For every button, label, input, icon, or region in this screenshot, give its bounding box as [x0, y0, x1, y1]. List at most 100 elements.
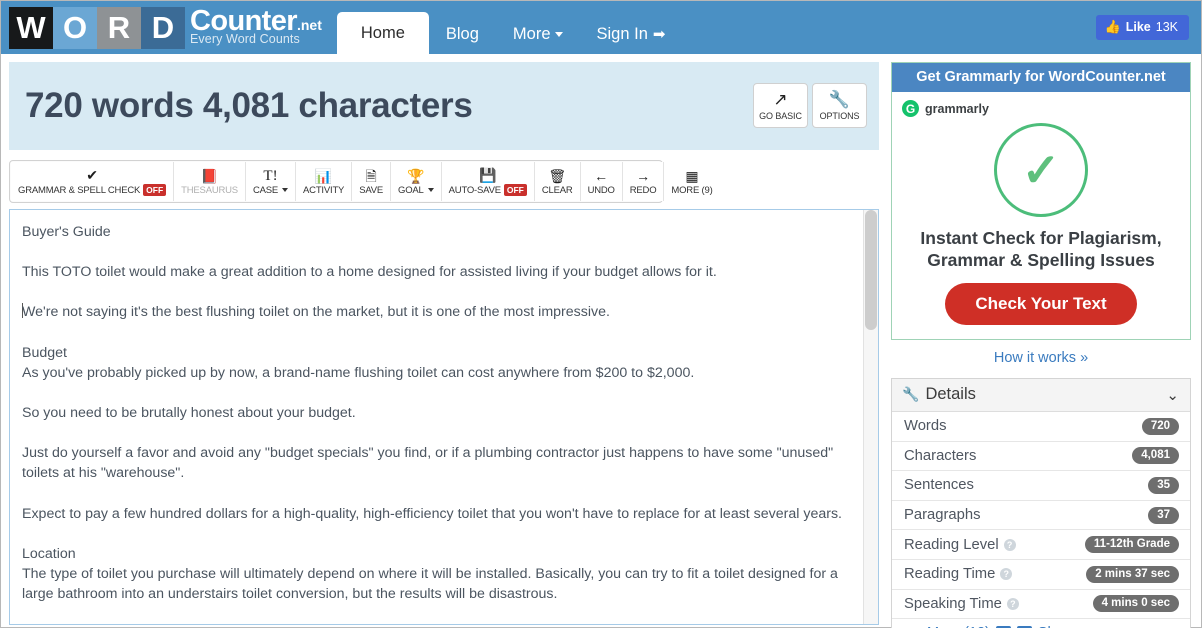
- toolbar-save-label: SAVE: [359, 185, 383, 196]
- editor-scrollbar-thumb[interactable]: [865, 210, 877, 330]
- details-value: 4 mins 0 sec: [1093, 595, 1179, 612]
- help-icon[interactable]: ?: [1004, 539, 1016, 551]
- details-value: 11-12th Grade: [1085, 536, 1179, 553]
- details-row-characters: Characters 4,081: [892, 442, 1190, 472]
- toolbar-grammar-spell-check-label: GRAMMAR & SPELL CHECK: [18, 185, 140, 196]
- toolbar-redo[interactable]: → REDO: [623, 162, 665, 201]
- editor-paragraph: Expect to pay a few hundred dollars for …: [22, 504, 856, 524]
- details-label: Words: [904, 418, 946, 434]
- go-basic-button[interactable]: ↗ GO BASIC: [753, 83, 808, 128]
- options-label: OPTIONS: [820, 111, 860, 121]
- details-row-paragraphs: Paragraphs 37: [892, 501, 1190, 531]
- nav-item-blog[interactable]: Blog: [429, 15, 496, 54]
- toolbar-more[interactable]: ▦ MORE (9): [664, 162, 719, 201]
- grammar-off-badge: OFF: [143, 184, 166, 196]
- word-count-header: 720 words 4,081 characters ↗ GO BASIC 🔧 …: [9, 62, 879, 150]
- details-panel: 🔧 Details ⌄ Words 720 Characters 4,081 S…: [891, 378, 1191, 628]
- help-icon[interactable]: ?: [1007, 598, 1019, 610]
- editor-paragraph: This TOTO toilet would make a great addi…: [22, 262, 856, 282]
- wrench-icon: 🔧: [902, 386, 919, 403]
- editor-paragraph: Buyer's Guide: [22, 222, 856, 242]
- toolbar-save[interactable]: 🗎 SAVE: [352, 162, 391, 201]
- details-panel-header[interactable]: 🔧 Details ⌄: [892, 379, 1190, 412]
- details-value: 720: [1142, 418, 1179, 435]
- editor-content[interactable]: Buyer's Guide This TOTO toilet would mak…: [10, 210, 878, 625]
- thumbs-up-icon: 👍: [1105, 19, 1121, 35]
- toolbar-activity[interactable]: 📊 ACTIVITY: [296, 162, 352, 201]
- toolbar-clear[interactable]: 🗑 CLEAR: [535, 162, 581, 201]
- header-buttons: ↗ GO BASIC 🔧 OPTIONS: [753, 83, 867, 128]
- toolbar-thesaurus-label: THESAURUS: [181, 185, 238, 196]
- check-icon: ✔: [86, 168, 98, 182]
- details-label: Speaking Time: [904, 596, 1002, 612]
- toolbar-undo-label: UNDO: [588, 185, 615, 196]
- external-link-icon: ↗: [773, 91, 787, 108]
- logo-wordmark: Counter.net Every Word Counts: [190, 7, 322, 48]
- chevron-down-icon[interactable]: ⌄: [1166, 386, 1179, 404]
- details-label: Sentences: [904, 477, 974, 493]
- toolbar-thesaurus[interactable]: 📕 THESAURUS: [174, 162, 246, 201]
- details-row-reading-time: Reading Time? 2 mins 37 sec: [892, 560, 1190, 590]
- wrench-icon: 🔧: [829, 91, 850, 108]
- toolbar-auto-save[interactable]: 💾 AUTO-SAVEOFF: [442, 162, 535, 201]
- details-footer: More (12) f t Share: [892, 619, 1190, 628]
- ad-headline: Instant Check for Plagiarism, Grammar & …: [902, 227, 1180, 271]
- text-case-icon: T!: [263, 169, 277, 183]
- check-your-text-button[interactable]: Check Your Text: [945, 283, 1136, 325]
- editor-paragraph: We're not saying it's the best flushing …: [22, 302, 856, 322]
- logo-net-text: .net: [297, 17, 322, 33]
- details-row-words: Words 720: [892, 412, 1190, 442]
- bar-chart-icon: 📊: [315, 169, 332, 183]
- editor-scrollbar[interactable]: [863, 210, 878, 624]
- arrow-right-icon: →: [636, 169, 650, 183]
- top-navigation-bar: W O R D Counter.net Every Word Counts Ho…: [1, 1, 1201, 54]
- facebook-like-button[interactable]: 👍 Like 13K: [1096, 15, 1189, 40]
- details-value: 2 mins 37 sec: [1086, 566, 1179, 583]
- trash-icon: 🗑: [548, 169, 566, 183]
- logo-letter-r: R: [97, 7, 141, 49]
- options-button[interactable]: 🔧 OPTIONS: [812, 83, 867, 128]
- nav-item-more[interactable]: More: [496, 15, 580, 54]
- text-editor[interactable]: Buyer's Guide This TOTO toilet would mak…: [9, 209, 879, 625]
- editor-paragraph: So you need to be brutally honest about …: [22, 403, 856, 423]
- details-value: 37: [1148, 507, 1179, 524]
- toolbar-more-label: MORE (9): [671, 185, 712, 196]
- details-row-speaking-time: Speaking Time? 4 mins 0 sec: [892, 590, 1190, 620]
- facebook-like-label: Like: [1126, 20, 1151, 34]
- help-icon[interactable]: ?: [1000, 568, 1012, 580]
- grammarly-g-icon: G: [902, 100, 919, 117]
- sidebar: Get Grammarly for WordCounter.net G gram…: [891, 62, 1191, 619]
- green-checkmark-icon: ✓: [994, 123, 1088, 217]
- details-row-reading-level: Reading Level? 11-12th Grade: [892, 530, 1190, 560]
- editor-paragraph: Just do yourself a favor and avoid any "…: [22, 443, 856, 483]
- toolbar-redo-label: REDO: [630, 185, 657, 196]
- toolbar-goal[interactable]: 🏆 GOAL: [391, 162, 442, 201]
- toolbar-auto-save-label: AUTO-SAVE: [449, 185, 501, 196]
- nav-item-more-label: More: [513, 25, 551, 43]
- nav-menu: Home Blog More Sign In➡: [337, 1, 683, 54]
- details-value: 35: [1148, 477, 1179, 494]
- sign-in-arrow-icon: ➡: [653, 26, 666, 43]
- details-label: Characters: [904, 448, 976, 464]
- toolbar-undo[interactable]: ← UNDO: [581, 162, 623, 201]
- toolbar-case-label: CASE: [253, 185, 278, 196]
- auto-save-off-badge: OFF: [504, 184, 527, 196]
- editor-paragraph-text: We're not saying it's the best flushing …: [22, 304, 610, 320]
- save-document-icon: 🗎: [365, 169, 376, 183]
- details-value: 4,081: [1132, 447, 1179, 464]
- toolbar-goal-label: GOAL: [398, 185, 424, 196]
- logo-letter-d: D: [141, 7, 185, 49]
- nav-item-home[interactable]: Home: [337, 12, 429, 54]
- nav-item-sign-in[interactable]: Sign In➡: [580, 15, 683, 54]
- chevron-down-icon: [555, 32, 563, 37]
- toolbar-grammar-spell-check[interactable]: ✔ GRAMMAR & SPELL CHECKOFF: [11, 162, 174, 201]
- grammarly-wordmark: grammarly: [925, 102, 989, 116]
- grid-icon: ▦: [685, 169, 698, 183]
- facebook-like-count: 13K: [1156, 20, 1178, 34]
- page-title: 720 words 4,081 characters: [25, 86, 473, 126]
- ad-header-bar: Get Grammarly for WordCounter.net: [892, 63, 1190, 92]
- how-it-works-link[interactable]: How it works »: [891, 340, 1191, 378]
- toolbar-case[interactable]: T! CASE: [246, 162, 296, 201]
- site-logo[interactable]: W O R D Counter.net Every Word Counts: [1, 1, 322, 54]
- logo-letter-w: W: [9, 7, 53, 49]
